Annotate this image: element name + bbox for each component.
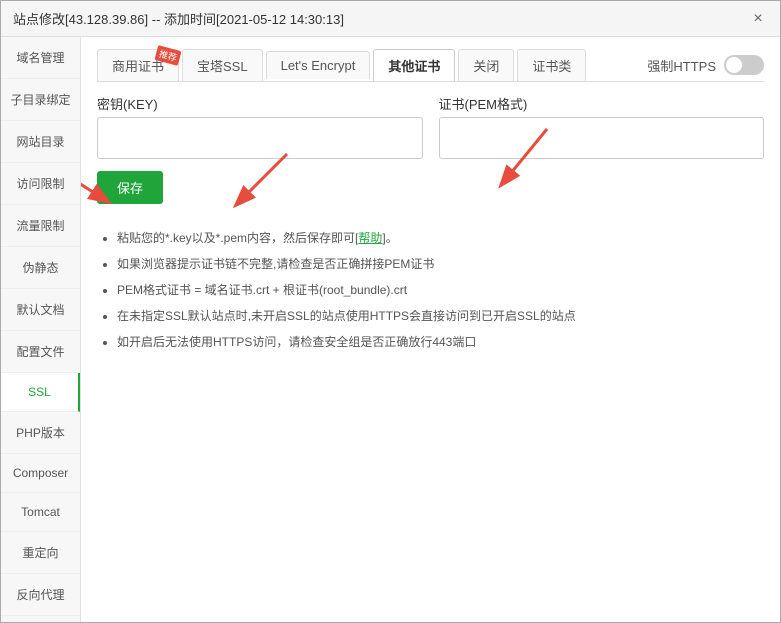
sidebar-item-php[interactable]: PHP版本 xyxy=(1,412,80,454)
sidebar-item-resource[interactable]: 流量管理 xyxy=(1,616,80,622)
cert-field-group: 证书(PEM格式) xyxy=(439,94,765,159)
tip-item-1: 粘贴您的*.key以及*.pem内容，然后保存即可[帮助]。 xyxy=(117,226,764,250)
close-button[interactable]: × xyxy=(748,9,768,29)
tab-bt-ssl[interactable]: 宝塔SSL xyxy=(182,49,263,81)
sidebar-item-webdir[interactable]: 网站目录 xyxy=(1,121,80,163)
sidebar-item-domain[interactable]: 域名管理 xyxy=(1,37,80,79)
tabs-row: 商用证书 推荐 宝塔SSL Let's Encrypt 其他证书 关闭 证书类 xyxy=(97,49,764,82)
save-button[interactable]: 保存 xyxy=(97,171,163,204)
tab-commercial[interactable]: 商用证书 推荐 xyxy=(97,49,179,81)
sidebar-item-composer[interactable]: Composer xyxy=(1,454,80,493)
save-area: 保存 xyxy=(97,171,764,216)
sidebar-item-redirect[interactable]: 重定向 xyxy=(1,532,80,574)
key-textarea[interactable] xyxy=(97,117,423,159)
sidebar-item-tomcat[interactable]: Tomcat xyxy=(1,493,80,532)
cert-fields: 密钥(KEY) 证书(PEM格式) xyxy=(97,94,764,159)
sidebar-item-config[interactable]: 配置文件 xyxy=(1,331,80,373)
window-title: 站点修改[43.128.39.86] -- 添加时间[2021-05-12 14… xyxy=(13,9,344,28)
tip-item-5: 如开启后无法使用HTTPS访问，请检查安全组是否正确放行443端口 xyxy=(117,330,764,354)
tab-lets-encrypt[interactable]: Let's Encrypt xyxy=(266,51,371,79)
key-field-group: 密钥(KEY) xyxy=(97,94,423,159)
sidebar-item-fake[interactable]: 伪静态 xyxy=(1,247,80,289)
content-area: 商用证书 推荐 宝塔SSL Let's Encrypt 其他证书 关闭 证书类 xyxy=(81,37,780,622)
tip-item-4: 在未指定SSL默认站点时,未开启SSL的站点使用HTTPS会直接访问到已开启SS… xyxy=(117,304,764,328)
title-bar: 站点修改[43.128.39.86] -- 添加时间[2021-05-12 14… xyxy=(1,1,780,37)
main-layout: 域名管理 子目录绑定 网站目录 访问限制 流量限制 伪静态 默认文档 配置文件 … xyxy=(1,37,780,622)
force-https-control: 强制HTTPS xyxy=(647,55,764,75)
tip-item-3: PEM格式证书 = 域名证书.crt + 根证书(root_bundle).cr… xyxy=(117,278,764,302)
sidebar-item-default-doc[interactable]: 默认文档 xyxy=(1,289,80,331)
sidebar-item-ssl[interactable]: SSL xyxy=(1,373,80,412)
cert-label: 证书(PEM格式) xyxy=(439,94,765,113)
tab-cert-type[interactable]: 证书类 xyxy=(517,49,586,81)
sidebar-item-reverse[interactable]: 反向代理 xyxy=(1,574,80,616)
tab-other-cert[interactable]: 其他证书 xyxy=(373,49,455,81)
help-link[interactable]: 帮助 xyxy=(358,231,382,245)
force-https-toggle[interactable] xyxy=(724,55,764,75)
sidebar-item-traffic[interactable]: 流量限制 xyxy=(1,205,80,247)
sidebar-item-subdir[interactable]: 子目录绑定 xyxy=(1,79,80,121)
force-https-label: 强制HTTPS xyxy=(647,56,716,75)
cert-textarea[interactable] xyxy=(439,117,765,159)
tip-item-2: 如果浏览器提示证书链不完整,请检查是否正确拼接PEM证书 xyxy=(117,252,764,276)
main-window: 站点修改[43.128.39.86] -- 添加时间[2021-05-12 14… xyxy=(0,0,781,623)
sidebar-item-access[interactable]: 访问限制 xyxy=(1,163,80,205)
tab-close[interactable]: 关闭 xyxy=(458,49,514,81)
key-label: 密钥(KEY) xyxy=(97,94,423,113)
sidebar: 域名管理 子目录绑定 网站目录 访问限制 流量限制 伪静态 默认文档 配置文件 … xyxy=(1,37,81,622)
tips-section: 粘贴您的*.key以及*.pem内容，然后保存即可[帮助]。 如果浏览器提示证书… xyxy=(97,226,764,356)
